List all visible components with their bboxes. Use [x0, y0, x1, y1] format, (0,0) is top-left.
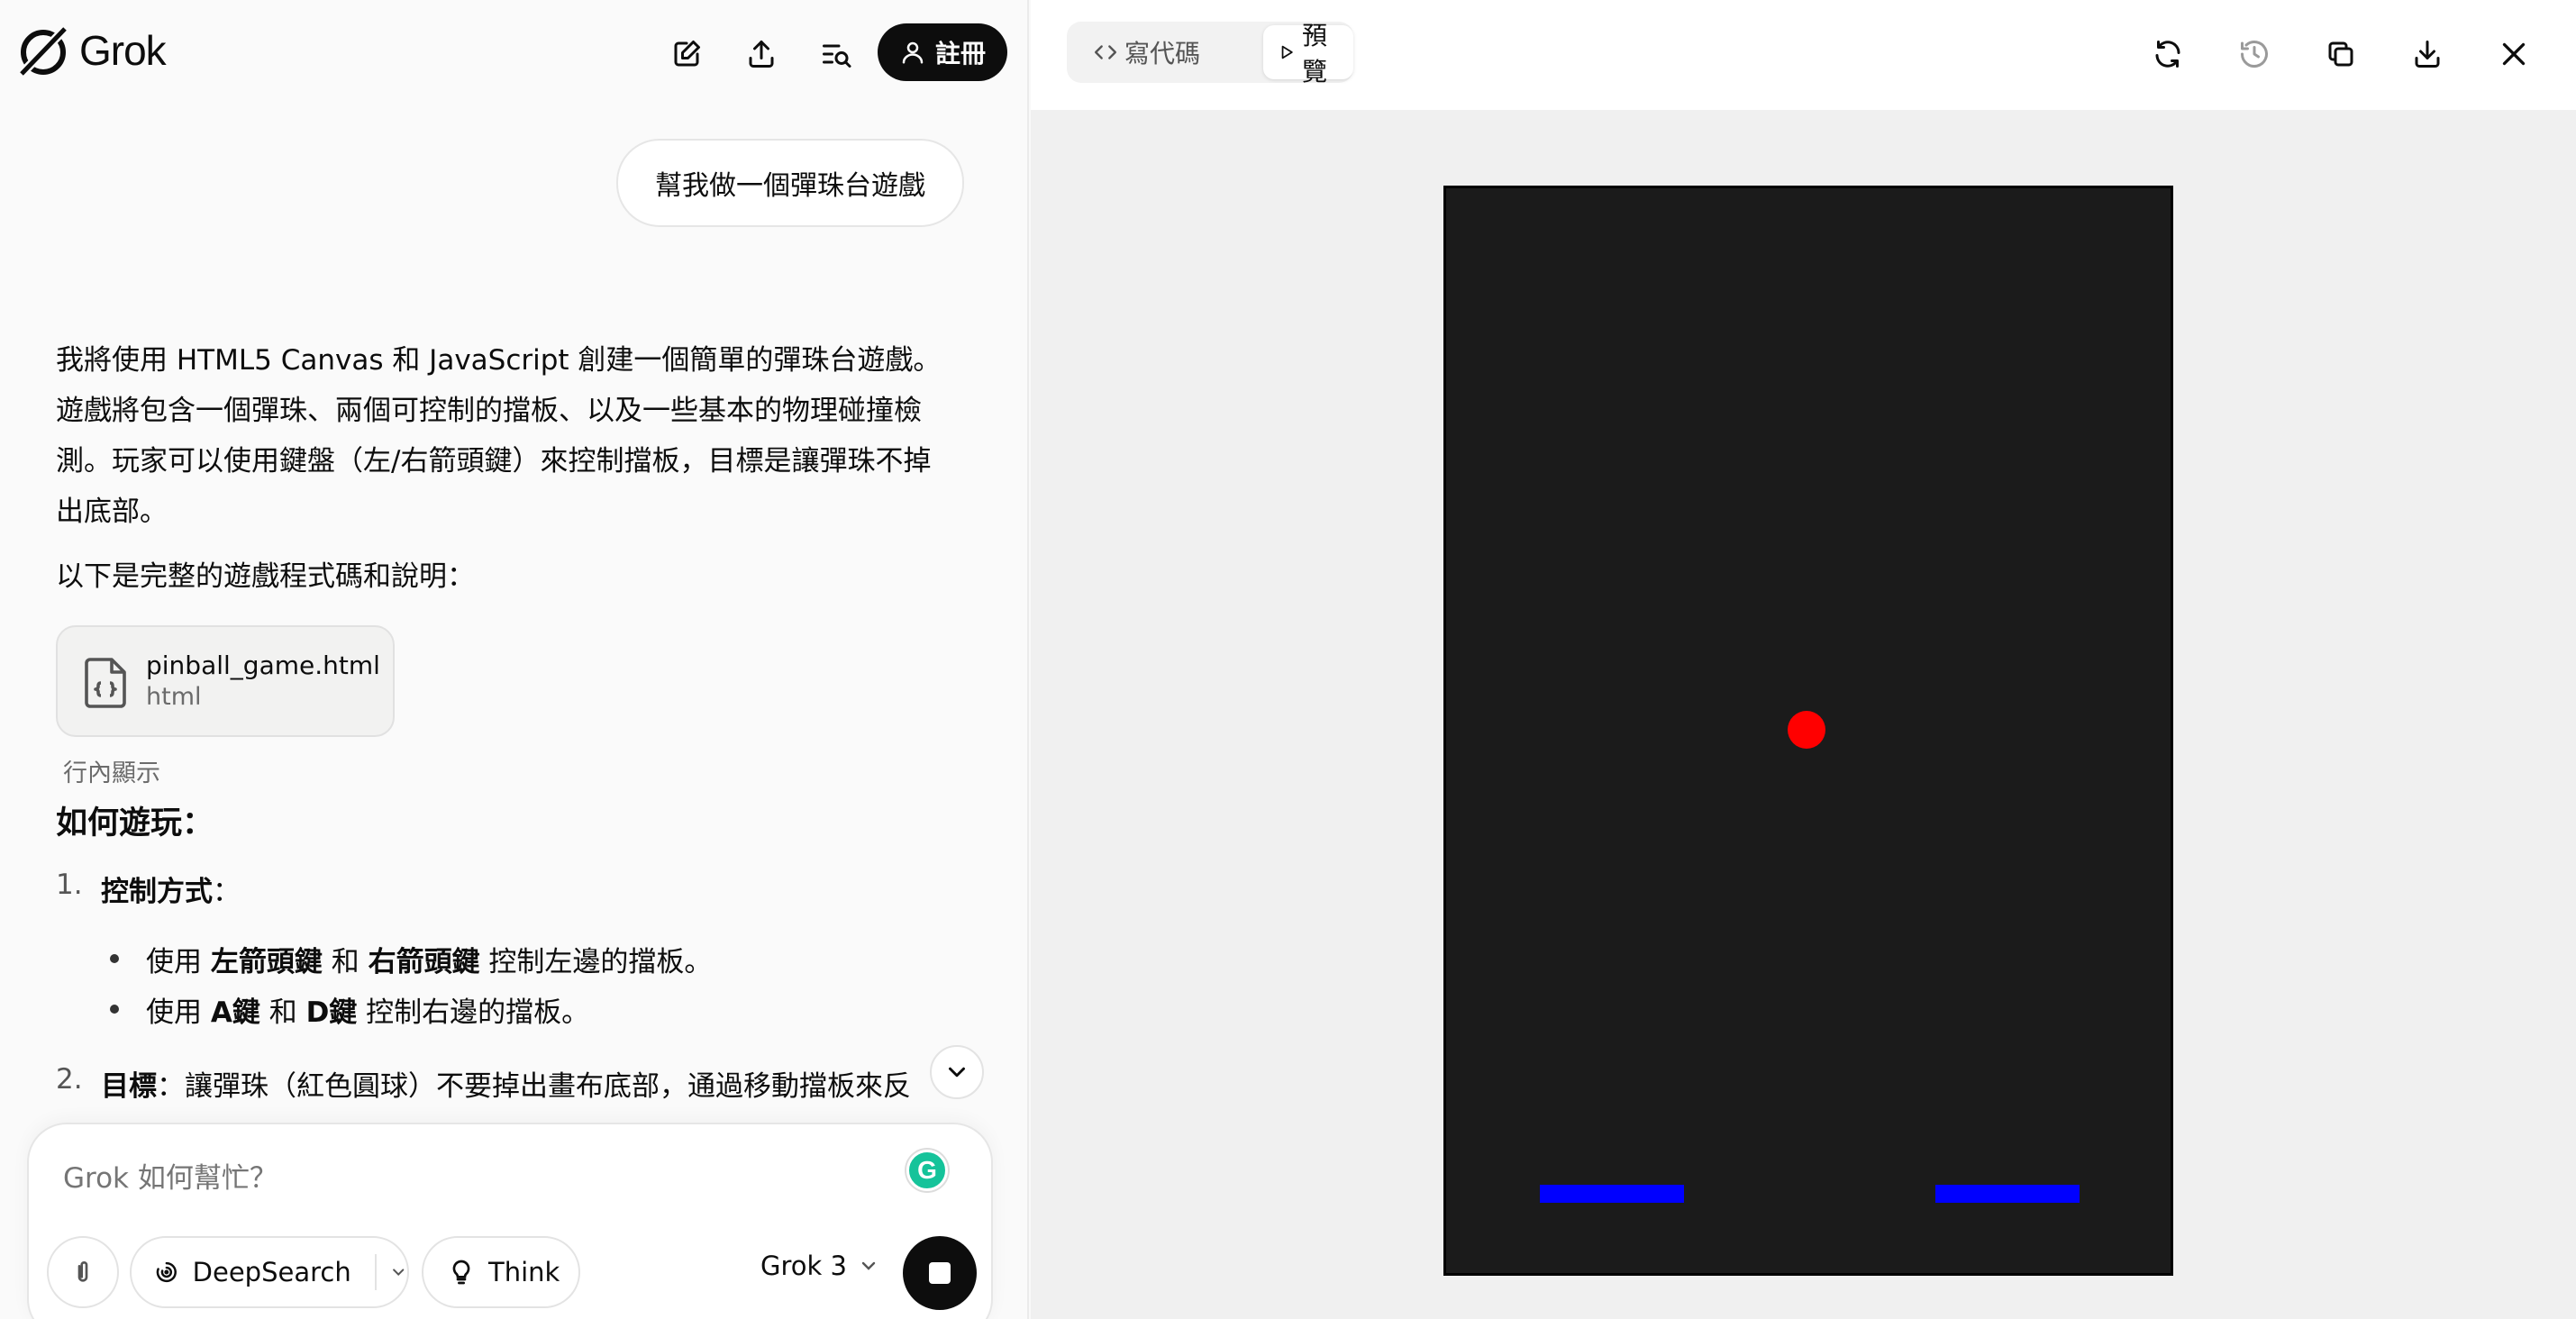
step-number: 2. [56, 1063, 83, 1096]
bullet-key: D鍵 [305, 996, 358, 1029]
chat-header: Grok 註冊 [0, 0, 1027, 105]
grok-logo-icon [16, 23, 70, 79]
bullet-dot [110, 1005, 119, 1014]
code-intro: 以下是完整的遊戲程式碼和說明： [56, 560, 475, 593]
view-tabs: 寫代碼 預覽 [1067, 21, 1353, 86]
artifact-header: 寫代碼 預覽 [1031, 0, 2576, 110]
bullet-key: 左箭頭鍵 [210, 946, 323, 978]
step-1-text: 控制方式： [101, 869, 241, 909]
chat-pane: Grok 註冊 幫我做一個彈珠台遊戲 我將使用 HTML5 Canvas 和 J… [0, 0, 1029, 1319]
bullet-text: 使用 [146, 946, 211, 978]
step-rest: ：讓彈珠（紅色圓球）不要掉出畫布底部，通過移動擋板來反 [157, 1070, 911, 1103]
bullet-item: 使用 A鍵 和 D鍵 控制右邊的擋板。 [146, 989, 589, 1030]
signup-label: 註冊 [934, 39, 986, 68]
think-toggle[interactable]: Think [422, 1236, 580, 1308]
code-icon [1094, 45, 1117, 59]
grok-logo[interactable]: Grok [14, 22, 167, 79]
bullet-key: 右箭頭鍵 [368, 946, 480, 978]
bullet-text: 使用 [146, 996, 211, 1029]
pinball-game-canvas[interactable] [1443, 186, 2173, 1276]
play-icon [1281, 45, 1293, 59]
tab-preview[interactable]: 預覽 [1263, 21, 1353, 86]
step-rest: ： [213, 876, 241, 908]
left-paddle [1540, 1185, 1684, 1203]
grammarly-badge[interactable]: G [906, 1150, 948, 1191]
think-label: Think [488, 1257, 560, 1287]
bullet-item: 使用 左箭頭鍵 和 右箭頭鍵 控制左邊的擋板。 [146, 939, 712, 979]
file-name: pinball_game.html [146, 650, 380, 680]
tab-code-label: 寫代碼 [1124, 39, 1201, 68]
refresh-button[interactable] [2141, 27, 2195, 81]
step-2-text: 目標：讓彈珠（紅色圓球）不要掉出畫布底部，通過移動擋板來反 [101, 1063, 911, 1104]
bullet-text: 和 [259, 996, 306, 1029]
step-number: 1. [56, 869, 83, 901]
intro-line: 我將使用 HTML5 Canvas 和 JavaScript 創建一個簡單的彈珠… [56, 344, 942, 377]
history-icon [2241, 41, 2268, 68]
paperclip-icon [77, 1261, 88, 1282]
refresh-icon [2155, 41, 2180, 68]
model-label: Grok 3 [760, 1251, 847, 1281]
tab-preview-label: 預覽 [1302, 21, 1328, 86]
bullet-text: 控制左邊的擋板。 [479, 946, 713, 978]
chevron-down-icon [949, 1067, 965, 1078]
code-file-icon [85, 658, 126, 708]
list-search-icon [823, 44, 851, 68]
model-selector[interactable]: Grok 3 [760, 1251, 879, 1281]
copy-icon [2328, 41, 2353, 67]
file-type: html [146, 683, 202, 711]
tab-code[interactable]: 寫代碼 [1079, 25, 1215, 79]
share-button[interactable] [734, 27, 788, 81]
step-title: 目標 [101, 1070, 157, 1103]
artifact-panel: 寫代碼 預覽 [1031, 0, 2576, 1319]
search-history-button[interactable] [809, 27, 863, 81]
brand-name: Grok [79, 27, 167, 74]
history-button[interactable] [2227, 27, 2281, 81]
bullet-text: 控制右邊的擋板。 [357, 996, 590, 1029]
pill-divider [374, 1254, 377, 1290]
deepsearch-toggle[interactable]: DeepSearch [130, 1236, 409, 1308]
assistant-intro: 我將使用 HTML5 Canvas 和 JavaScript 創建一個簡單的彈珠… [56, 335, 975, 537]
close-button[interactable] [2487, 27, 2541, 81]
file-attachment-card[interactable]: pinball_game.html html [56, 625, 395, 737]
new-chat-button[interactable] [660, 27, 714, 81]
edit-icon [674, 41, 700, 67]
stop-button[interactable] [903, 1236, 977, 1310]
upload-icon [749, 41, 774, 68]
intro-line: 出底部。 [56, 496, 168, 528]
close-icon [2502, 42, 2526, 66]
step-title: 控制方式 [101, 876, 213, 908]
pinball-ball [1788, 711, 1825, 749]
bullet-dot [110, 954, 119, 963]
message-composer: G DeepSearch Think Grok 3 [27, 1123, 993, 1319]
deepsearch-icon [156, 1261, 177, 1283]
intro-line: 測。玩家可以使用鍵盤（左/右箭頭鍵）來控制擋板，目標是讓彈珠不掉 [56, 445, 932, 478]
right-paddle [1935, 1185, 2080, 1203]
attach-button[interactable] [47, 1236, 119, 1308]
stop-icon [929, 1262, 951, 1284]
howto-heading: 如何遊玩： [56, 805, 214, 841]
message-input[interactable] [63, 1162, 874, 1195]
chevron-down-icon [861, 1261, 876, 1270]
lightbulb-icon [452, 1260, 470, 1285]
download-button[interactable] [2400, 27, 2454, 81]
user-icon [902, 41, 924, 64]
bullet-key: A鍵 [210, 996, 260, 1029]
signup-button[interactable]: 註冊 [878, 23, 1007, 81]
download-icon [2415, 41, 2440, 68]
copy-button[interactable] [2314, 27, 2368, 81]
deepsearch-label: DeepSearch [192, 1257, 351, 1287]
scroll-to-bottom-button[interactable] [930, 1045, 984, 1099]
intro-line: 遊戲將包含一個彈珠、兩個可控制的擋板、以及一些基本的物理碰撞檢 [56, 395, 922, 427]
inline-show-link[interactable]: 行內顯示 [63, 753, 160, 788]
user-message: 幫我做一個彈珠台遊戲 [616, 139, 964, 227]
bullet-text: 和 [322, 946, 369, 978]
chevron-down-icon[interactable] [389, 1262, 407, 1282]
